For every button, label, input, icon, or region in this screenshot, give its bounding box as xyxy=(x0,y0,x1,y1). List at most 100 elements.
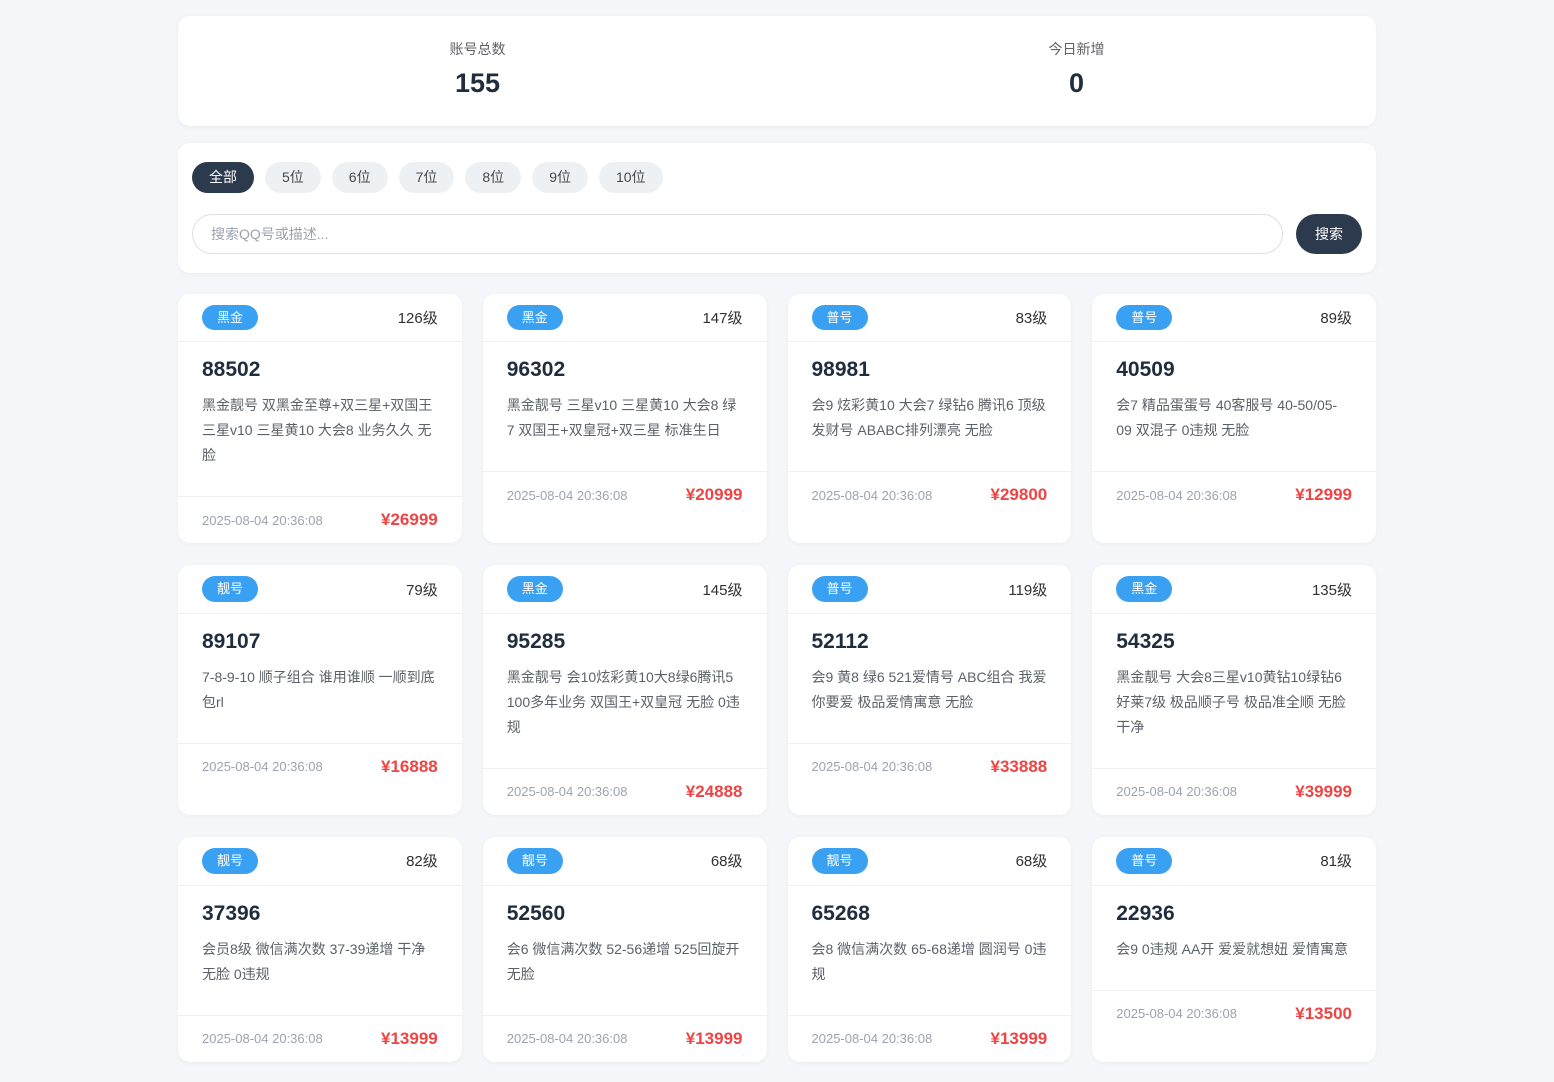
price: ¥39999 xyxy=(1295,781,1352,801)
card-body: 95285 黑金靓号 会10炫彩黄10大8绿6腾讯5 100多年业务 双国王+双… xyxy=(483,614,767,768)
page: 账号总数 155 今日新增 0 全部 5位 6位 7位 8位 9位 10位 搜索 黑金 12… xyxy=(178,0,1376,1082)
digit-filter-tab[interactable]: 8位 xyxy=(465,162,522,193)
price: ¥26999 xyxy=(381,510,438,530)
qq-number: 52560 xyxy=(506,901,566,925)
category-badge: 靓号 xyxy=(202,576,259,602)
digit-filter-tab[interactable]: 6位 xyxy=(331,162,388,193)
card-body: 54325 黑金靓号 大会8三星v10黄钻10绿钻6好莱7级 极品顺子号 极品准… xyxy=(1092,614,1376,768)
listing-date: 2025-08-04 20:36:08 xyxy=(1116,487,1237,503)
category-badge: 靓号 xyxy=(506,847,563,874)
card-header: 黑金 135级 xyxy=(1092,565,1376,614)
price: ¥16888 xyxy=(381,756,438,776)
category-badge: 普号 xyxy=(1116,304,1173,331)
card-header: 靓号 82级 xyxy=(178,837,462,886)
account-card[interactable]: 黑金 145级 95285 黑金靓号 会10炫彩黄10大8绿6腾讯5 100多年… xyxy=(482,565,767,815)
account-level: 82级 xyxy=(406,853,438,871)
listing-date: 2025-08-04 20:36:08 xyxy=(811,487,933,503)
listing-date: 2025-08-04 20:36:08 xyxy=(202,512,323,528)
account-card[interactable]: 普号 89级 40509 会7 精品蛋蛋号 40客服号 40-50/05-09 … xyxy=(1092,293,1376,544)
account-card[interactable]: 黑金 126级 88502 黑金靓号 双黑金至尊+双三星+双国王 三星v10 三… xyxy=(178,293,462,544)
stat-total-accounts: 账号总数 155 xyxy=(178,39,777,99)
stat-new-today: 今日新增 0 xyxy=(777,39,1376,99)
account-card[interactable]: 靓号 82级 37396 会员8级 微信满次数 37-39递增 干净 无脸 0违… xyxy=(178,836,462,1062)
qq-number: 89107 xyxy=(202,629,261,653)
listing-date: 2025-08-04 20:36:08 xyxy=(506,784,628,800)
listing-date: 2025-08-04 20:36:08 xyxy=(1116,1006,1237,1022)
stat-total-value: 155 xyxy=(454,68,501,98)
stat-today-value: 0 xyxy=(1068,68,1085,98)
card-body: 89107 7-8-9-10 顺子组合 谁用谁顺 一顺到底 包rl xyxy=(178,614,462,743)
price: ¥13999 xyxy=(381,1028,438,1048)
account-card[interactable]: 普号 119级 52112 会9 黄8 绿6 521爱情号 ABC组合 我爱你要… xyxy=(787,565,1072,815)
account-description: 会员8级 微信满次数 37-39递增 干净 无脸 0违规 xyxy=(202,940,426,982)
card-header: 靓号 68级 xyxy=(482,837,767,886)
category-badge: 黑金 xyxy=(202,304,259,331)
card-footer: 2025-08-04 20:36:08 ¥13999 xyxy=(178,1014,462,1062)
digit-filter-tab[interactable]: 7位 xyxy=(398,162,455,193)
search-button[interactable]: 搜索 xyxy=(1296,213,1362,254)
qq-number: 54325 xyxy=(1116,629,1175,653)
account-description: 会7 精品蛋蛋号 40客服号 40-50/05-09 双混子 0违规 无脸 xyxy=(1116,397,1338,439)
card-body: 52560 会6 微信满次数 52-56递增 525回旋开 无脸 xyxy=(483,886,767,1015)
account-level: 68级 xyxy=(1015,853,1048,871)
card-footer: 2025-08-04 20:36:08 ¥26999 xyxy=(178,496,462,543)
account-level: 68级 xyxy=(710,853,743,871)
digit-filter-tab[interactable]: 5位 xyxy=(265,162,321,193)
account-card[interactable]: 普号 83级 98981 会9 炫彩黄10 大会7 绿钻6 腾讯6 顶级发财号 … xyxy=(787,293,1072,544)
digit-filter-tab[interactable]: 全部 xyxy=(192,162,254,193)
account-level: 147级 xyxy=(702,310,743,328)
account-description: 黑金靓号 会10炫彩黄10大8绿6腾讯5 100多年业务 双国王+双皇冠 无脸 … xyxy=(506,668,740,735)
account-card[interactable]: 靓号 79级 89107 7-8-9-10 顺子组合 谁用谁顺 一顺到底 包rl… xyxy=(178,565,462,815)
account-card[interactable]: 靓号 68级 52560 会6 微信满次数 52-56递增 525回旋开 无脸 … xyxy=(482,836,767,1062)
card-body: 65268 会8 微信满次数 65-68递增 圆润号 0违规 xyxy=(788,886,1072,1015)
card-body: 88502 黑金靓号 双黑金至尊+双三星+双国王 三星v10 三星黄10 大会8… xyxy=(178,342,462,496)
account-description: 黑金靓号 双黑金至尊+双三星+双国王 三星v10 三星黄10 大会8 业务久久 … xyxy=(202,397,433,464)
qq-number: 40509 xyxy=(1116,358,1175,382)
category-badge: 普号 xyxy=(811,304,868,331)
account-description: 会8 微信满次数 65-68递增 圆润号 0违规 xyxy=(811,940,1047,982)
price: ¥12999 xyxy=(1295,485,1352,505)
account-card[interactable]: 普号 81级 22936 会9 0违规 AA开 爱爱就想妞 爱情寓意 2025-… xyxy=(1092,836,1376,1062)
card-header: 靓号 68级 xyxy=(787,837,1072,886)
account-card[interactable]: 黑金 135级 54325 黑金靓号 大会8三星v10黄钻10绿钻6好莱7级 极… xyxy=(1092,565,1376,815)
account-description: 黑金靓号 大会8三星v10黄钻10绿钻6好莱7级 极品顺子号 极品准全顺 无脸干… xyxy=(1116,668,1346,735)
card-footer: 2025-08-04 20:36:08 ¥24888 xyxy=(482,767,767,815)
card-body: 37396 会员8级 微信满次数 37-39递增 干净 无脸 0违规 xyxy=(178,886,462,1015)
account-level: 83级 xyxy=(1015,310,1048,328)
account-level: 126级 xyxy=(397,310,438,328)
digit-filter-tab[interactable]: 10位 xyxy=(598,162,663,193)
category-badge: 黑金 xyxy=(506,576,563,602)
account-card[interactable]: 黑金 147级 96302 黑金靓号 三星v10 三星黄10 大会8 绿7 双国… xyxy=(482,293,767,544)
qq-number: 98981 xyxy=(811,358,870,382)
price: ¥33888 xyxy=(990,756,1048,776)
account-level: 135级 xyxy=(1311,581,1352,599)
account-level: 119级 xyxy=(1008,581,1048,599)
listing-date: 2025-08-04 20:36:08 xyxy=(506,1031,628,1047)
price: ¥29800 xyxy=(990,485,1048,505)
qq-number: 22936 xyxy=(1116,901,1175,925)
card-body: 40509 会7 精品蛋蛋号 40客服号 40-50/05-09 双混子 0违规… xyxy=(1092,342,1376,471)
card-header: 普号 81级 xyxy=(1092,837,1376,886)
digit-filter-tabs: 全部 5位 6位 7位 8位 9位 10位 xyxy=(192,162,1362,193)
category-badge: 靓号 xyxy=(811,847,868,874)
card-footer: 2025-08-04 20:36:08 ¥33888 xyxy=(787,742,1072,790)
account-level: 89级 xyxy=(1320,310,1352,328)
account-card[interactable]: 靓号 68级 65268 会8 微信满次数 65-68递增 圆润号 0违规 20… xyxy=(787,836,1072,1062)
category-badge: 黑金 xyxy=(506,304,563,331)
listing-date: 2025-08-04 20:36:08 xyxy=(811,759,933,775)
card-body: 98981 会9 炫彩黄10 大会7 绿钻6 腾讯6 顶级发财号 ABABC排列… xyxy=(788,342,1072,471)
card-body: 96302 黑金靓号 三星v10 三星黄10 大会8 绿7 双国王+双皇冠+双三… xyxy=(483,342,767,471)
listing-date: 2025-08-04 20:36:08 xyxy=(506,487,628,503)
price: ¥24888 xyxy=(685,781,743,801)
card-header: 黑金 126级 xyxy=(178,294,462,343)
account-description: 会9 炫彩黄10 大会7 绿钻6 腾讯6 顶级发财号 ABABC排列漂亮 无脸 xyxy=(811,397,1046,439)
card-footer: 2025-08-04 20:36:08 ¥16888 xyxy=(178,742,462,790)
price: ¥13999 xyxy=(990,1028,1048,1048)
stats-panel: 账号总数 155 今日新增 0 xyxy=(178,16,1376,126)
card-footer: 2025-08-04 20:36:08 ¥13999 xyxy=(482,1014,767,1062)
category-badge: 靓号 xyxy=(202,847,259,874)
search-input[interactable] xyxy=(192,213,1283,254)
digit-filter-tab[interactable]: 9位 xyxy=(532,162,588,193)
account-description: 7-8-9-10 顺子组合 谁用谁顺 一顺到底 包rl xyxy=(202,668,435,710)
search-row: 搜索 xyxy=(192,213,1362,254)
